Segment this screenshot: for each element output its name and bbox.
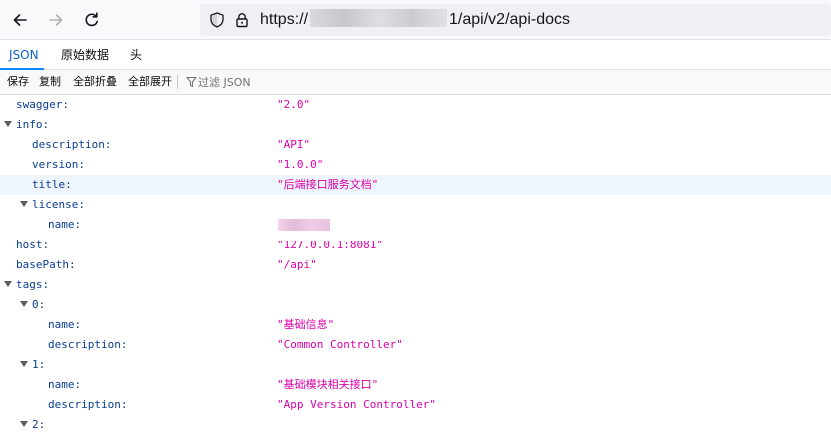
json-key: basePath: <box>16 258 76 271</box>
shield-icon[interactable] <box>208 11 226 29</box>
url-path: 1/api/v2/api-docs <box>449 11 570 28</box>
json-key: tags: <box>16 278 50 291</box>
arrow-right-icon <box>49 14 63 26</box>
viewer-tab-bar: JSON 原始数据 头 <box>0 40 831 70</box>
json-value: "Common Controller" <box>277 338 403 351</box>
url-scheme: https:// <box>260 11 309 28</box>
tree-row-license[interactable]: license: <box>0 195 831 215</box>
json-key: swagger: <box>16 98 69 111</box>
json-value: "API" <box>277 138 311 151</box>
url-text[interactable]: https:// 1/api/v2/api-docs <box>260 4 570 36</box>
json-key: name: <box>48 378 82 391</box>
redacted-value <box>278 219 330 231</box>
tree-row-swagger[interactable]: swagger: "2.0" <box>0 95 831 115</box>
json-value: "基础模块相关接口" <box>277 378 379 391</box>
json-key: host: <box>16 238 50 251</box>
json-key: name: <box>48 318 82 331</box>
reload-button[interactable] <box>80 8 104 32</box>
json-value: "1.0.0" <box>277 158 324 171</box>
arrow-left-icon <box>13 14 27 26</box>
expand-all-button[interactable]: 全部展开 <box>128 70 172 94</box>
expand-toggle-icon[interactable] <box>4 281 12 287</box>
json-value: "基础信息" <box>277 318 335 331</box>
browser-toolbar: https:// 1/api/v2/api-docs <box>0 0 831 40</box>
json-key: 1: <box>32 358 46 371</box>
forward-button[interactable] <box>44 8 68 32</box>
json-key: 2: <box>32 418 46 431</box>
viewer-toolbar: 保存 复制 全部折叠 全部展开 <box>0 70 831 95</box>
filter-json-input[interactable] <box>198 72 448 92</box>
json-key: description: <box>32 138 112 151</box>
expand-toggle-icon[interactable] <box>20 201 28 207</box>
expand-toggle-icon[interactable] <box>20 421 28 427</box>
toolbar-divider <box>177 75 178 89</box>
tree-row-tag-1[interactable]: 1: <box>0 355 831 375</box>
tree-row-host[interactable]: host: "127.0.0.1:8081" <box>0 235 831 255</box>
url-redacted-host <box>310 9 448 27</box>
json-key: description: <box>48 338 128 351</box>
tree-row-tags[interactable]: tags: <box>0 275 831 295</box>
json-key: version: <box>32 158 85 171</box>
json-key: name: <box>48 218 82 231</box>
expand-toggle-icon[interactable] <box>20 301 28 307</box>
tree-row-tag-0[interactable]: 0: <box>0 295 831 315</box>
tab-raw-data[interactable]: 原始数据 <box>61 40 109 70</box>
lock-icon[interactable] <box>233 11 251 29</box>
json-value: "/api" <box>277 258 317 271</box>
expand-toggle-icon[interactable] <box>20 361 28 367</box>
json-key: title: <box>32 178 72 191</box>
json-key: description: <box>48 398 128 411</box>
json-key: 0: <box>32 298 46 311</box>
tab-headers[interactable]: 头 <box>130 40 142 70</box>
tree-row-basepath[interactable]: basePath: "/api" <box>0 255 831 275</box>
tree-row-tag-1-description[interactable]: description: "App Version Controller" <box>0 395 831 415</box>
redaction-mask <box>277 237 397 241</box>
tree-row-info-title[interactable]: title: "后端接口服务文档" <box>0 175 831 195</box>
tab-json[interactable]: JSON <box>9 40 39 70</box>
expand-toggle-icon[interactable] <box>4 121 12 127</box>
tree-row-tag-1-name[interactable]: name: "基础模块相关接口" <box>0 375 831 395</box>
tree-row-info[interactable]: info: <box>0 115 831 135</box>
copy-button[interactable]: 复制 <box>39 70 61 94</box>
partially-redacted-value: "127.0.0.1:8081" <box>277 237 397 253</box>
tree-row-info-description[interactable]: description: "API" <box>0 135 831 155</box>
json-value: "2.0" <box>277 98 311 111</box>
address-bar[interactable]: https:// 1/api/v2/api-docs <box>200 4 831 36</box>
save-button[interactable]: 保存 <box>7 70 29 94</box>
json-tree: swagger: "2.0" info: description: "API" … <box>0 95 831 437</box>
tree-row-info-version[interactable]: version: "1.0.0" <box>0 155 831 175</box>
filter-icon <box>186 76 197 88</box>
tree-row-tag-2[interactable]: 2: <box>0 415 831 435</box>
tree-row-tag-0-description[interactable]: description: "Common Controller" <box>0 335 831 355</box>
tree-row-tag-0-name[interactable]: name: "基础信息" <box>0 315 831 335</box>
json-key: info: <box>16 118 50 131</box>
reload-icon <box>85 12 98 27</box>
collapse-all-button[interactable]: 全部折叠 <box>73 70 117 94</box>
tree-row-license-name[interactable]: name: <box>0 215 831 235</box>
json-value: "App Version Controller" <box>277 398 436 411</box>
json-key: license: <box>32 198 85 211</box>
json-value: "后端接口服务文档" <box>277 178 379 191</box>
back-button[interactable] <box>8 8 32 32</box>
